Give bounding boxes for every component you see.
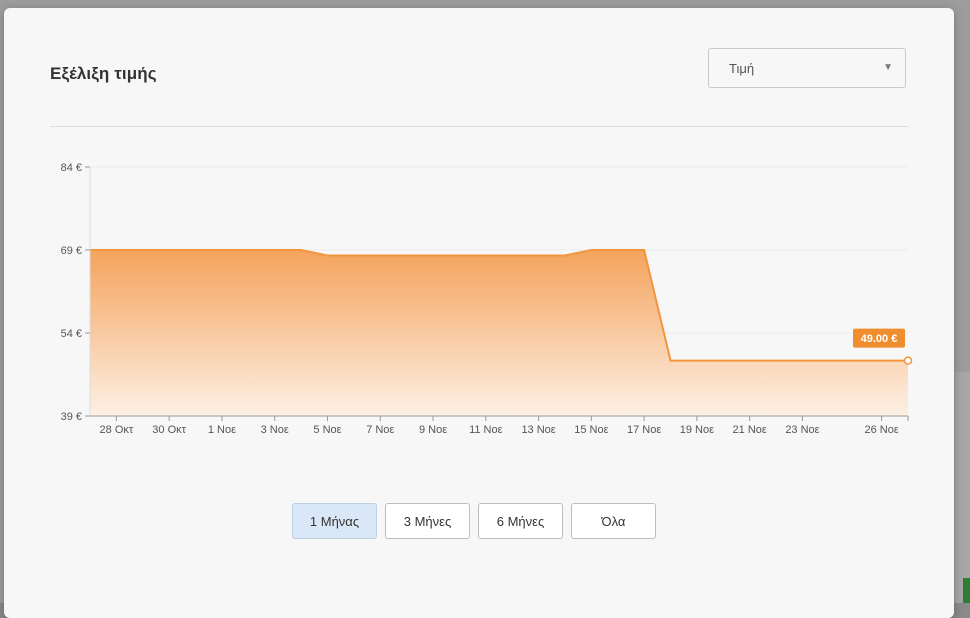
x-tick-label: 21 Νοε — [733, 424, 767, 436]
x-tick-label: 23 Νοε — [785, 424, 819, 436]
x-tick-label: 9 Νοε — [419, 424, 447, 436]
x-tick-label: 26 Νοε — [864, 424, 898, 436]
background-side-panel — [955, 372, 970, 603]
last-point-marker — [903, 356, 913, 365]
x-tick-label: 5 Νοε — [313, 424, 341, 436]
x-tick-label: 1 Νοε — [208, 424, 236, 436]
y-tick-label: 54 € — [61, 328, 82, 340]
x-tick-label: 15 Νοε — [574, 424, 608, 436]
y-tick-label: 69 € — [61, 245, 82, 257]
y-tick-label: 84 € — [61, 162, 82, 174]
price-history-modal: Εξέλιξη τιμής Τιμή ▼ 39 €54 €69 €84 € 28… — [4, 8, 954, 618]
range-1-month-button[interactable]: 1 Μήνας — [292, 503, 377, 539]
x-tick-label: 19 Νοε — [680, 424, 714, 436]
x-tick-label: 30 Οκτ — [152, 424, 186, 436]
last-price-label: 49.00 € — [861, 333, 898, 345]
range-6-months-button[interactable]: 6 Μήνες — [478, 503, 563, 539]
range-3-months-button[interactable]: 3 Μήνες — [385, 503, 470, 539]
background-green-button — [963, 578, 970, 603]
x-tick-label: 28 Οκτ — [100, 424, 134, 436]
y-tick-label: 39 € — [61, 411, 82, 423]
range-all-button[interactable]: Όλα — [571, 503, 656, 539]
price-chart: 39 € 54 € 69 € 84 € 28 Οκτ 30 Οκτ 1 Νοε 3 Νοε 5… — [61, 162, 913, 436]
x-tick-label: 3 Νοε — [261, 424, 289, 436]
x-tick-label: 7 Νοε — [366, 424, 394, 436]
x-tick-label: 13 Νοε — [521, 424, 555, 436]
x-tick-label: 11 Νοε — [469, 424, 503, 436]
x-tick-label: 17 Νοε — [627, 424, 661, 436]
